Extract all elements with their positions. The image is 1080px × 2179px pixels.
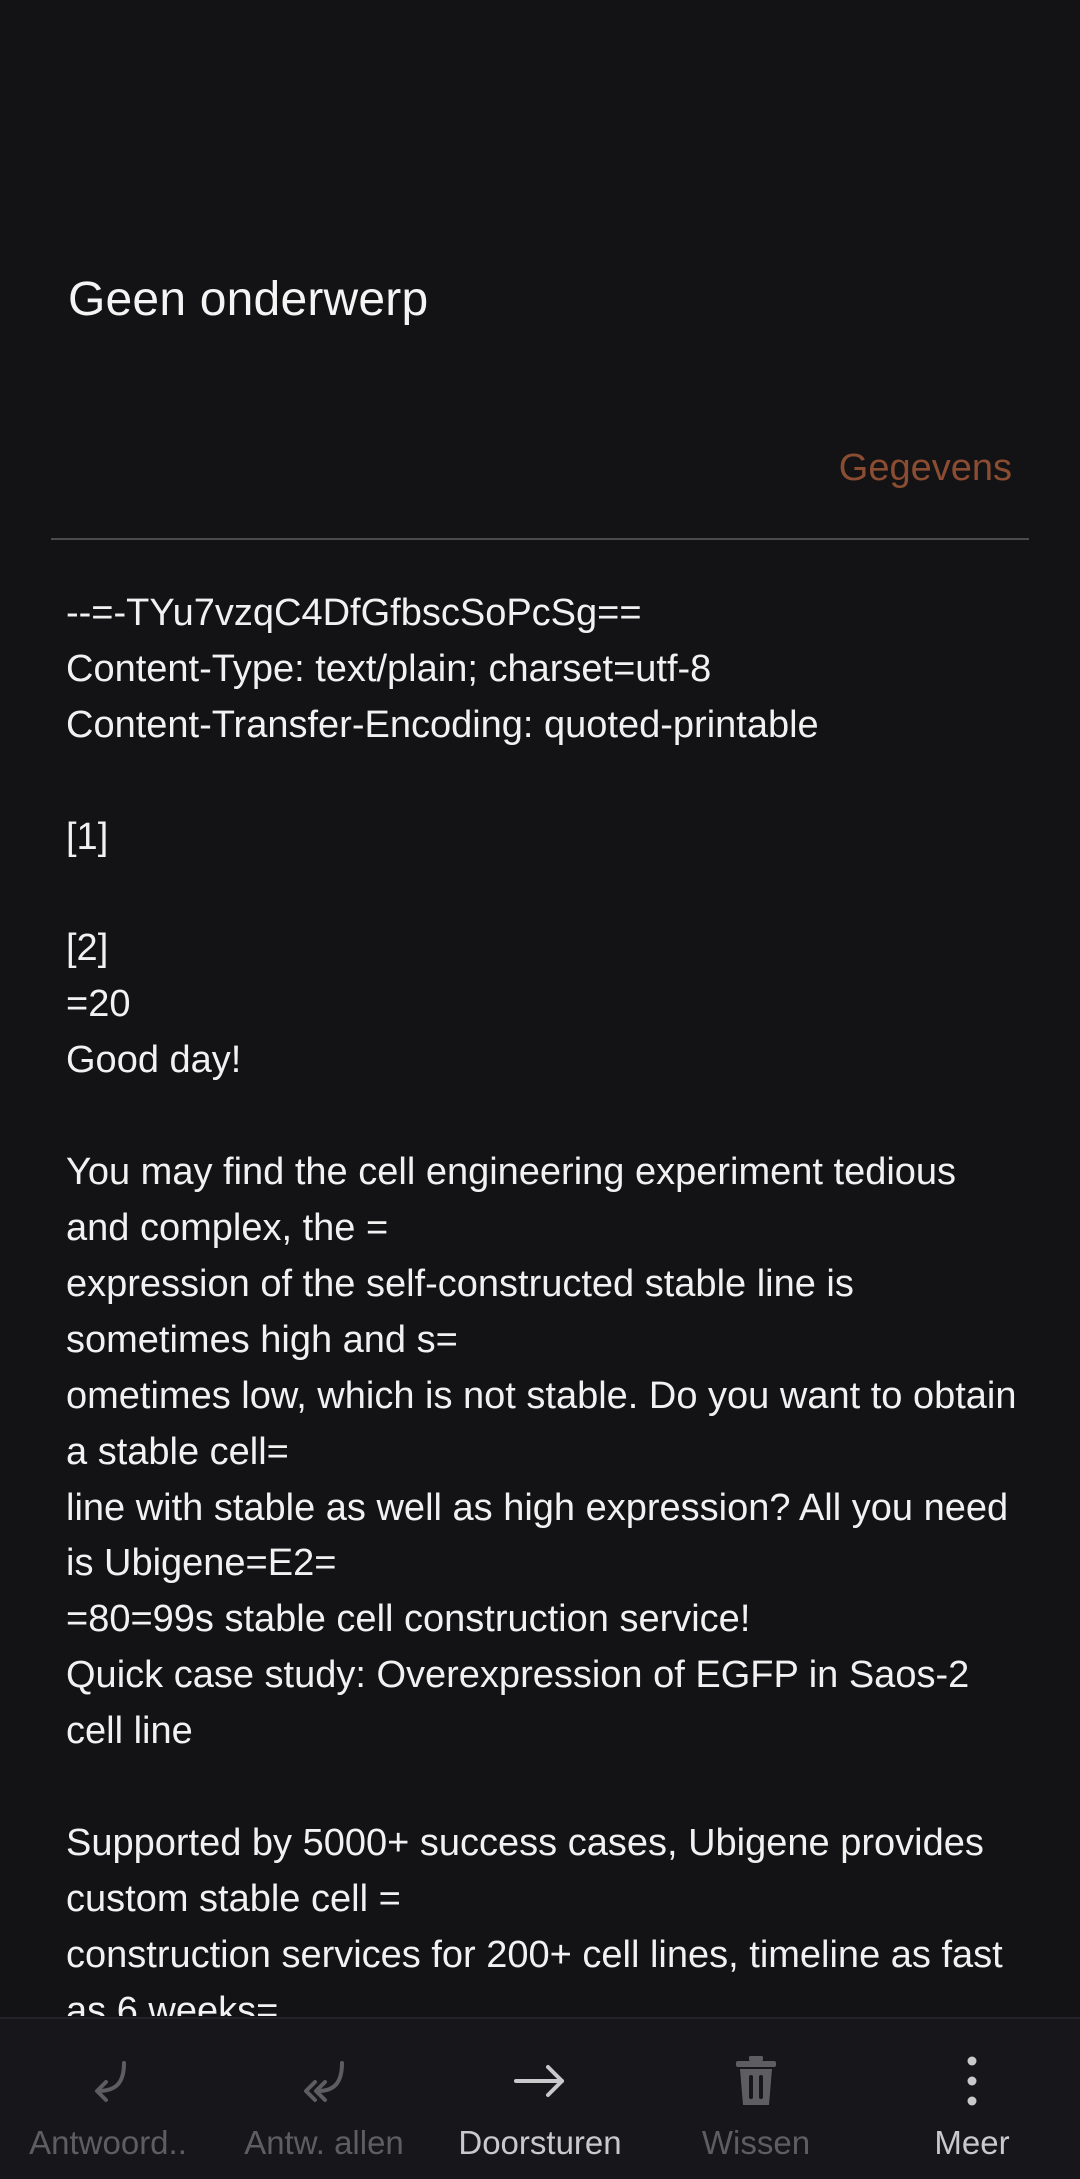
more-vertical-icon	[967, 2056, 977, 2106]
header-divider	[51, 538, 1029, 540]
forward-arrow-icon	[514, 2065, 564, 2097]
forward-button[interactable]: Doorsturen	[432, 2019, 648, 2179]
reply-all-icon	[304, 2061, 344, 2102]
reply-icon	[95, 2061, 126, 2102]
message-body: --=-TYu7vzqC4DfGfbscSoPcSg== Content-Typ…	[66, 592, 1017, 2016]
delete-button[interactable]: Wissen	[648, 2019, 864, 2179]
reply-all-button[interactable]: Antw. allen	[216, 2019, 432, 2179]
bottom-action-bar: Antwoord.. Antw. allen Doorsturen Wissen	[0, 2017, 1080, 2179]
reply-label: Antwoord..	[29, 2124, 187, 2161]
forward-label: Doorsturen	[458, 2124, 622, 2161]
delete-label: Wissen	[701, 2124, 811, 2161]
reply-button[interactable]: Antwoord..	[0, 2019, 216, 2179]
details-link[interactable]: Gegevens	[839, 444, 1012, 492]
more-button[interactable]: Meer	[864, 2019, 1080, 2179]
subject-title: Geen onderwerp	[68, 273, 429, 326]
reply-all-label: Antw. allen	[244, 2124, 404, 2161]
trash-icon	[736, 2056, 776, 2105]
more-label: Meer	[934, 2124, 1010, 2161]
